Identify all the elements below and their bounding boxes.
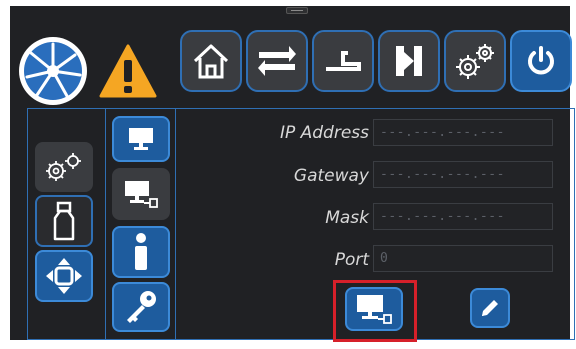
monitor-icon <box>129 128 153 150</box>
home-button[interactable] <box>180 30 242 92</box>
ip-address-field[interactable]: ---.---.---.--- <box>373 119 553 146</box>
side-tab-weight[interactable] <box>35 195 93 247</box>
gears-icon <box>46 153 81 181</box>
side-tab-settings[interactable] <box>35 142 93 192</box>
ip-address-label: IP Address <box>279 123 369 143</box>
mask-field[interactable]: ---.---.---.--- <box>373 203 553 230</box>
network-connect-button[interactable] <box>345 287 403 331</box>
move-arrows-icon <box>46 258 82 294</box>
sub-tab-network[interactable] <box>112 168 170 220</box>
bed-profile-icon <box>326 51 361 71</box>
network-monitor-icon <box>125 181 158 208</box>
gateway-field[interactable]: ---.---.---.--- <box>373 161 553 188</box>
gears-icon <box>456 44 494 79</box>
mask-label: Mask <box>325 208 369 228</box>
weight-icon <box>53 201 75 241</box>
home-icon <box>193 44 229 79</box>
settings-button[interactable] <box>444 30 506 92</box>
network-monitor-icon <box>357 295 392 324</box>
port-field[interactable]: 0 <box>373 245 553 272</box>
panel-divider <box>105 108 106 340</box>
sub-tab-info[interactable] <box>112 226 170 278</box>
edit-button[interactable] <box>470 288 510 328</box>
warning-icon[interactable] <box>98 43 158 99</box>
sub-tab-monitor[interactable] <box>112 116 170 162</box>
power-icon <box>528 46 554 75</box>
gateway-label: Gateway <box>293 166 369 186</box>
drag-handle[interactable] <box>286 7 308 14</box>
port-label: Port <box>334 250 369 270</box>
doorframe-icon <box>396 46 422 76</box>
panel-divider <box>175 108 176 340</box>
bed-profile-button[interactable] <box>312 30 374 92</box>
side-tab-movement[interactable] <box>35 250 93 302</box>
key-icon <box>127 291 156 323</box>
brand-logo-icon <box>17 35 89 107</box>
power-button[interactable] <box>510 30 572 92</box>
pencil-icon <box>482 300 498 316</box>
sub-tab-key[interactable] <box>112 282 170 332</box>
transfer-button[interactable] <box>246 30 308 92</box>
info-icon <box>135 233 147 270</box>
doorframe-button[interactable] <box>378 30 440 92</box>
transfer-arrows-icon <box>258 46 296 76</box>
